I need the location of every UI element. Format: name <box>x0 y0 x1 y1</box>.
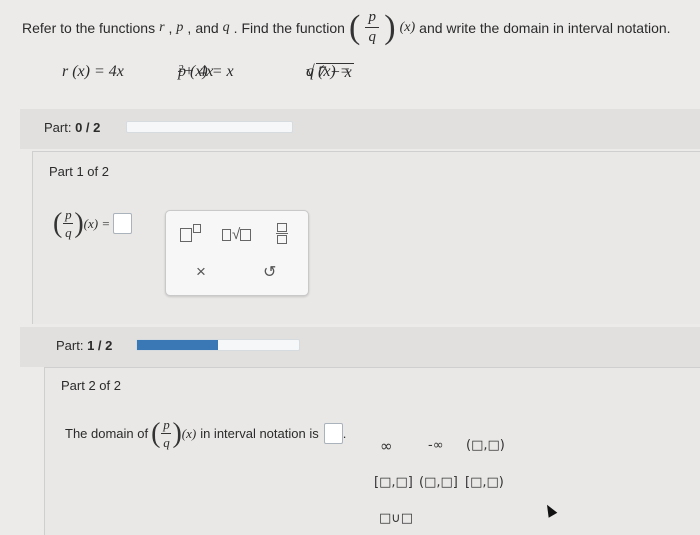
undo-button[interactable]: ↺ <box>263 262 276 282</box>
undo-icon: ↺ <box>263 264 277 281</box>
progress-track-2 <box>136 339 300 351</box>
fraction-button[interactable] <box>276 223 288 244</box>
close-icon: × <box>196 262 206 281</box>
question-text-before: Refer to the functions <box>22 19 156 36</box>
closed-open-interval-button[interactable]: [□,□) <box>465 475 504 490</box>
superscript-button[interactable] <box>180 224 201 242</box>
question-text-after: and write the domain in interval notatio… <box>419 19 671 36</box>
clear-button[interactable]: × <box>196 262 206 282</box>
square-root-icon: √ <box>222 226 252 243</box>
answer-input-1[interactable] <box>113 213 133 234</box>
question-text-mid: . Find the function <box>233 19 345 36</box>
sqrt-button[interactable]: √ <box>222 226 252 243</box>
open-open-interval-button[interactable]: (□,□) <box>466 438 505 453</box>
part1-equation: ( pq ) (x) = <box>53 208 133 239</box>
part2-title: Part 2 of 2 <box>61 378 121 393</box>
question-and: and <box>195 19 219 36</box>
progress-track-1 <box>126 121 293 133</box>
part2-question: The domain of ( pq ) (x) in interval not… <box>65 417 347 450</box>
func-name-p: p <box>176 19 184 35</box>
question-arg: (x) <box>399 19 416 35</box>
answer-input-2[interactable] <box>323 423 343 444</box>
superscript-icon <box>180 224 201 242</box>
function-p: p (x) = x2 + 4x <box>178 63 234 80</box>
part1-title: Part 1 of 2 <box>49 164 109 179</box>
neg-infinity-button[interactable]: -∞ <box>428 438 444 453</box>
progress-fill-2 <box>137 340 218 350</box>
part-progress-value-1: 0 / 2 <box>75 120 101 135</box>
function-q: q (x) = √ 7 − x <box>306 63 354 81</box>
part2-panel: Part 2 of 2 The domain of ( pq ) (x) in … <box>44 367 700 535</box>
closed-closed-interval-button[interactable]: [□,□] <box>374 475 413 490</box>
fraction-icon <box>276 223 288 244</box>
func-name-r: r <box>159 19 165 35</box>
infinity-button[interactable]: ∞ <box>380 437 393 455</box>
function-r: r (x) = 4x <box>62 63 124 80</box>
part-progress-bar-1: Part: 0 / 2 <box>20 109 700 149</box>
part-progress-value-2: 1 / 2 <box>87 338 113 353</box>
union-button[interactable]: □∪□ <box>379 511 413 526</box>
math-toolbox-1: √ × ↺ <box>165 210 309 296</box>
question-fraction: pq <box>365 10 380 45</box>
open-closed-interval-button[interactable]: (□,□] <box>419 475 458 490</box>
part1-panel: Part 1 of 2 ( pq ) (x) = <box>32 151 700 324</box>
part-progress-bar-2: Part: 1 / 2 <box>20 327 700 367</box>
func-name-q: q <box>222 19 230 35</box>
question-prompt: Refer to the functions r, p, and q . Fin… <box>22 8 671 46</box>
